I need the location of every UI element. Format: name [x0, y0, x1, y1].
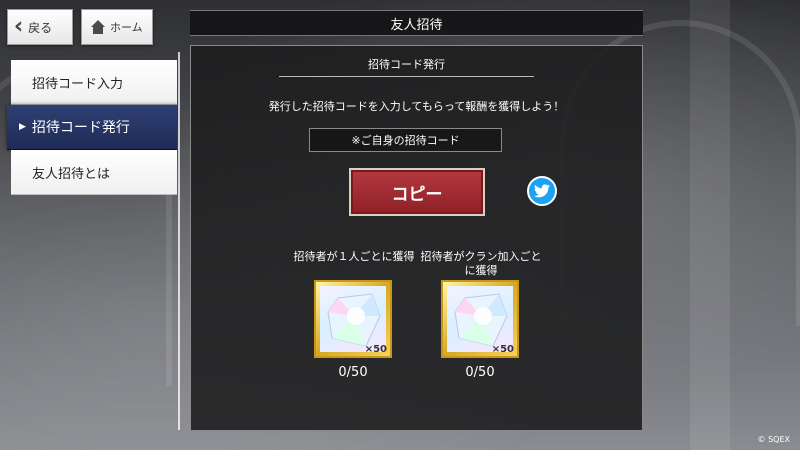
page-title: 友人招待	[190, 10, 643, 36]
side-item-label: 招待コード入力	[32, 76, 124, 92]
reward-progress: 0/50	[338, 365, 368, 380]
invite-code-label: ※ご自身の招待コード	[351, 134, 460, 147]
reward-item[interactable]: ×50	[441, 280, 519, 358]
invite-code-box: ※ご自身の招待コード	[309, 128, 502, 152]
reward-quantity: ×50	[491, 344, 514, 355]
copy-button-label: コピー	[391, 184, 443, 205]
side-item-about[interactable]: 友人招待とは	[11, 150, 177, 195]
copy-button[interactable]: コピー	[349, 168, 485, 216]
reward-progress: 0/50	[465, 365, 495, 380]
reward-item[interactable]: ×50	[314, 280, 392, 358]
side-item-label: 友人招待とは	[32, 166, 111, 182]
crystal-icon	[447, 286, 513, 352]
selected-triangle-icon: ▶	[19, 122, 26, 132]
panel-subtitle: 招待コード発行	[279, 56, 534, 77]
background-pillar	[690, 0, 730, 450]
crystal-icon	[320, 286, 386, 352]
panel-description: 発行した招待コードを入力してもらって報酬を獲得しよう！	[268, 100, 565, 113]
copyright: © SQEX	[757, 435, 790, 444]
back-button[interactable]: ‹‹ 戻る	[7, 9, 73, 45]
reward-label: 招待者が１人ごとに獲得	[293, 250, 415, 263]
home-button[interactable]: ホーム	[81, 9, 153, 45]
menu-divider	[178, 52, 180, 430]
back-button-label: 戻る	[28, 20, 53, 35]
side-menu: 招待コード入力 ▶ 招待コード発行 友人招待とは	[7, 60, 177, 195]
reward-label: 招待者がクラン加入ごとに獲得	[420, 250, 542, 277]
side-item-label: 招待コード発行	[31, 120, 130, 136]
home-icon	[91, 20, 105, 34]
invite-panel: 招待コード発行 発行した招待コードを入力してもらって報酬を獲得しよう！ ※ご自身…	[190, 45, 643, 431]
twitter-share-button[interactable]	[527, 176, 557, 206]
reward-quantity: ×50	[364, 344, 387, 355]
side-item-code-issue[interactable]: ▶ 招待コード発行	[7, 105, 177, 150]
side-item-code-input[interactable]: 招待コード入力	[11, 60, 177, 105]
home-button-label: ホーム	[110, 21, 143, 34]
twitter-icon	[534, 184, 550, 198]
